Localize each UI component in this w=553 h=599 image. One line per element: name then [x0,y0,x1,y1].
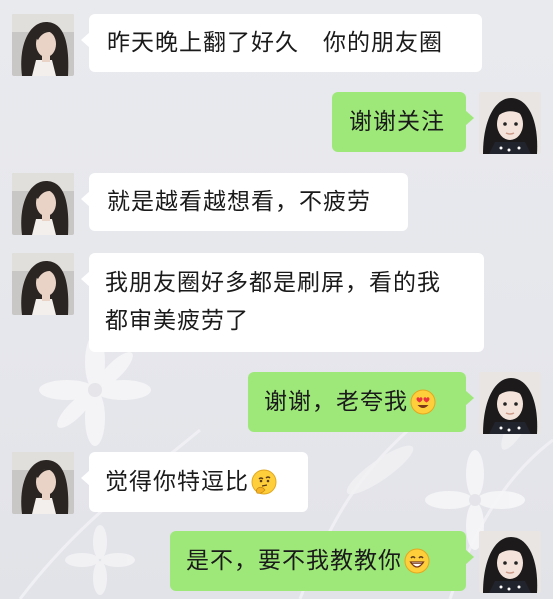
heart-eyes-icon [410,389,436,415]
message-text: 觉得你特逗比 [105,469,249,495]
message-text: 谢谢关注 [349,109,445,135]
message-bubble-incoming[interactable]: 昨天晚上翻了好久 你的朋友圈 [81,14,482,72]
heart-eyes-emoji [410,389,436,415]
message-bubble-outgoing[interactable]: 是不，要不我教教你 [170,531,474,591]
contact-avatar[interactable] [12,452,74,514]
grinning-icon [404,548,430,574]
message-text: 谢谢，老夸我 [264,389,408,415]
contact-avatar-image [12,14,74,76]
contact-avatar-image [12,253,74,315]
user-avatar-image [479,92,541,154]
message-text-line: 都审美疲劳了 [105,308,249,334]
thinking-emoji [251,469,277,495]
user-avatar-image [479,531,541,593]
user-avatar[interactable] [479,372,541,434]
message-text: 就是越看越想看，不疲劳 [107,189,371,215]
message-bubble-outgoing[interactable]: 谢谢关注 [332,92,474,152]
thinking-icon [251,469,277,495]
contact-avatar-image [12,452,74,514]
message-text: 昨天晚上翻了好久 你的朋友圈 [107,30,443,56]
message-bubble-incoming[interactable]: 就是越看越想看，不疲劳 [81,173,408,231]
user-avatar[interactable] [479,531,541,593]
contact-avatar-image [12,173,74,235]
message-text: 是不，要不我教教你 [186,548,402,574]
contact-avatar[interactable] [12,14,74,76]
user-avatar[interactable] [479,92,541,154]
user-avatar-image [479,372,541,434]
contact-avatar[interactable] [12,253,74,315]
message-bubble-incoming[interactable]: 我朋友圈好多都是刷屏，看的我 都审美疲劳了 [81,253,484,352]
message-bubble-incoming[interactable]: 觉得你特逗比 [81,452,308,512]
grinning-emoji [404,548,430,574]
message-text-line: 我朋友圈好多都是刷屏，看的我 [105,270,441,296]
message-bubble-outgoing[interactable]: 谢谢，老夸我 [248,372,474,432]
contact-avatar[interactable] [12,173,74,235]
